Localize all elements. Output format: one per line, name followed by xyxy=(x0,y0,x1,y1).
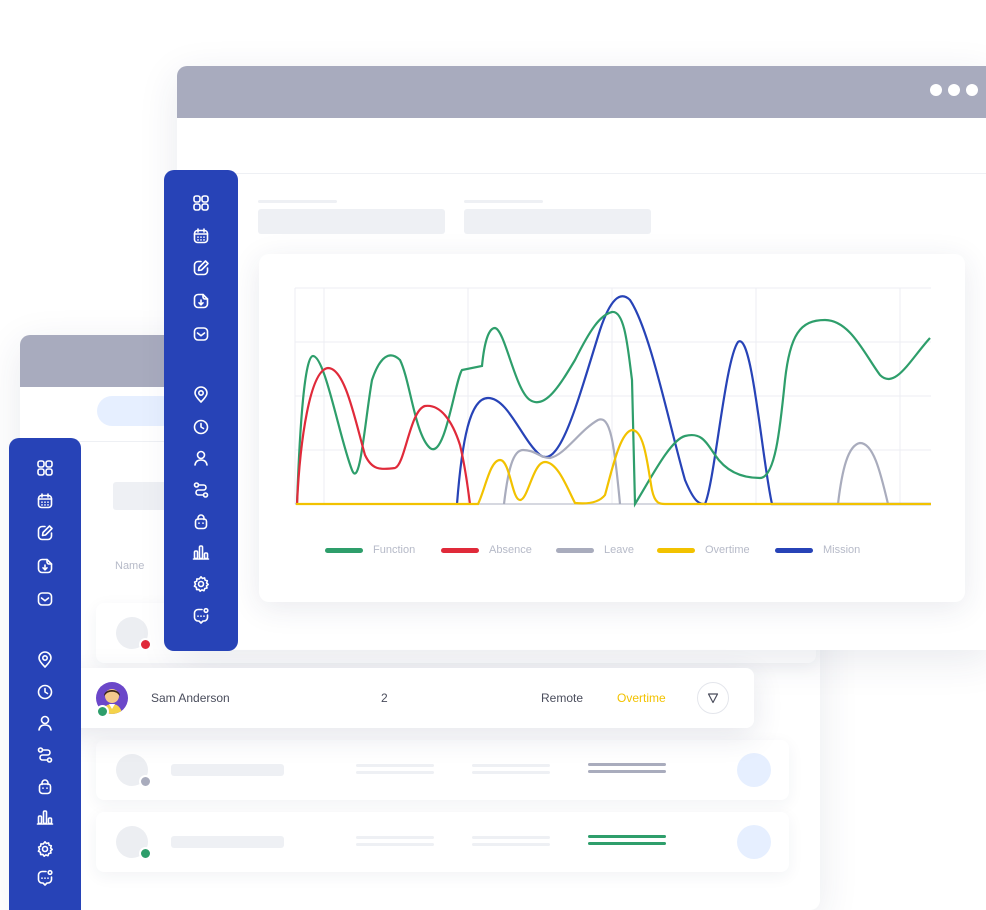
settings-icon[interactable] xyxy=(36,840,54,858)
calendar-icon[interactable] xyxy=(192,227,210,245)
settings-icon[interactable] xyxy=(192,575,210,593)
chat-icon[interactable] xyxy=(36,869,54,887)
sidebar-front xyxy=(164,170,238,651)
legend-label: Overtime xyxy=(705,544,750,556)
clock-icon[interactable] xyxy=(36,683,54,701)
grid-icon[interactable] xyxy=(36,459,54,477)
bar-chart-icon[interactable] xyxy=(192,543,210,561)
status-dot-green xyxy=(96,705,109,718)
series-function-line xyxy=(295,310,931,508)
legend-label: Leave xyxy=(604,544,634,556)
bar-chart-icon[interactable] xyxy=(36,808,54,826)
series-mission-line xyxy=(455,295,931,506)
legend-swatch xyxy=(556,547,594,553)
legend-item-mission[interactable]: Mission xyxy=(775,544,860,556)
employee-count: 2 xyxy=(381,691,388,705)
attendance-chart xyxy=(294,287,931,508)
send-icon xyxy=(707,693,719,704)
legend-swatch xyxy=(657,547,695,553)
series-leave-line xyxy=(502,418,890,505)
legend-item-function[interactable]: Function xyxy=(325,544,415,556)
row-action-button[interactable] xyxy=(697,682,729,714)
calendar-icon[interactable] xyxy=(36,492,54,510)
route-icon[interactable] xyxy=(192,481,210,499)
route-icon[interactable] xyxy=(36,746,54,764)
clock-icon[interactable] xyxy=(192,418,210,436)
legend-swatch xyxy=(441,547,479,553)
bag-icon[interactable] xyxy=(192,513,210,531)
legend-item-overtime[interactable]: Overtime xyxy=(657,544,750,556)
user-icon[interactable] xyxy=(36,714,54,732)
legend-swatch xyxy=(775,547,813,553)
legend-item-leave[interactable]: Leave xyxy=(556,544,634,556)
employee-row-sam-anderson[interactable]: Sam Anderson 2 Remote Overtime xyxy=(66,668,754,728)
legend-label: Function xyxy=(373,544,416,556)
download-doc-icon[interactable] xyxy=(192,292,210,310)
bag-icon[interactable] xyxy=(36,778,54,796)
download-doc-icon[interactable] xyxy=(36,557,54,575)
chat-icon[interactable] xyxy=(192,607,210,625)
series-overtime-line xyxy=(296,428,931,506)
user-icon[interactable] xyxy=(192,449,210,467)
edit-icon[interactable] xyxy=(36,524,54,542)
edit-icon[interactable] xyxy=(192,259,210,277)
location-icon[interactable] xyxy=(36,651,54,669)
chart-grid xyxy=(294,287,931,504)
inbox-icon[interactable] xyxy=(192,325,210,343)
legend-label: Absence xyxy=(489,544,532,556)
employee-status: Overtime xyxy=(617,691,666,705)
legend-swatch xyxy=(325,547,363,553)
location-icon[interactable] xyxy=(192,386,210,404)
grid-icon[interactable] xyxy=(192,194,210,212)
legend-label: Mission xyxy=(823,544,861,556)
employee-name: Sam Anderson xyxy=(151,691,230,705)
employee-location: Remote xyxy=(541,691,584,705)
legend-item-absence[interactable]: Absence xyxy=(441,544,532,556)
inbox-icon[interactable] xyxy=(36,590,54,608)
sidebar-back xyxy=(9,438,81,910)
